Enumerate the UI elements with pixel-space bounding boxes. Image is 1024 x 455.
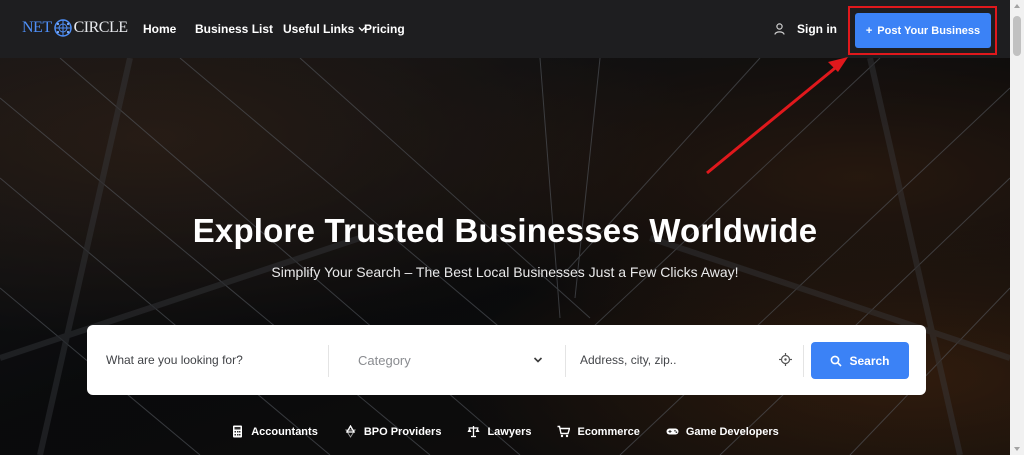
site-logo[interactable]: NET CIRCLE [22, 14, 128, 42]
divider [328, 345, 329, 377]
nav-business-list-link[interactable]: Business List [195, 22, 273, 36]
category-link-bpo-providers[interactable]: BPO Providers [344, 425, 442, 438]
divider [565, 345, 566, 377]
category-link-accountants[interactable]: Accountants [231, 425, 318, 438]
logo-text-net: NET [22, 19, 52, 36]
divider [803, 345, 804, 377]
scroll-down-arrow-icon[interactable] [1014, 447, 1020, 451]
keyword-search-input[interactable]: What are you looking for? [106, 353, 326, 367]
building-background-image [0, 58, 1010, 455]
scroll-thumb[interactable] [1013, 16, 1021, 56]
search-bar: What are you looking for? Category Addre… [87, 325, 926, 395]
chevron-down-icon[interactable] [533, 356, 543, 364]
hero-subtitle: Simplify Your Search – The Best Local Bu… [271, 264, 739, 280]
category-link-ecommerce[interactable]: Ecommerce [557, 425, 640, 438]
search-button[interactable]: Search [811, 342, 909, 379]
category-label: Lawyers [487, 425, 532, 438]
category-label: Game Developers [685, 425, 779, 438]
popular-categories: Accountants BPO Providers Lawyers Ecomme… [0, 425, 1010, 438]
user-icon [774, 23, 785, 35]
logo-text-circle: CIRCLE [73, 19, 128, 36]
nav-pricing-link[interactable]: Pricing [364, 22, 405, 36]
recycle-icon [344, 425, 356, 438]
location-input[interactable]: Address, city, zip.. [580, 353, 760, 367]
category-label: Ecommerce [577, 425, 640, 438]
sign-in-link[interactable]: Sign in [774, 22, 837, 36]
nav-useful-links-dropdown[interactable]: Useful Links [283, 22, 366, 36]
nav-home-link[interactable]: Home [143, 22, 176, 36]
calculator-icon [233, 425, 243, 438]
hero-background [0, 58, 1010, 455]
hero-title: Explore Trusted Businesses Worldwide [192, 212, 818, 249]
post-your-business-button[interactable]: + Post Your Business [855, 13, 991, 48]
locate-me-icon[interactable] [779, 353, 792, 366]
highlight-box: + Post Your Business [848, 6, 997, 55]
globe-icon [53, 19, 72, 37]
category-link-game-developers[interactable]: Game Developers [666, 425, 779, 438]
category-link-lawyers[interactable]: Lawyers [467, 425, 531, 438]
top-navbar: NET CIRCLE Home Business List Useful Lin… [0, 0, 1010, 58]
category-select[interactable]: Category [358, 353, 548, 368]
search-icon [831, 355, 843, 367]
category-label: BPO Providers [363, 425, 442, 438]
plus-icon: + [865, 24, 873, 37]
sign-in-label: Sign in [797, 22, 837, 36]
scales-icon [467, 426, 480, 438]
page-scrollbar[interactable] [1010, 0, 1024, 455]
scroll-up-arrow-icon[interactable] [1014, 4, 1020, 8]
post-your-business-label: Post Your Business [877, 24, 981, 37]
search-button-label: Search [849, 353, 890, 368]
cart-icon [557, 425, 571, 438]
gamepad-icon [666, 428, 679, 435]
nav-useful-links-label: Useful Links [283, 22, 355, 36]
category-label: Accountants [251, 425, 318, 438]
